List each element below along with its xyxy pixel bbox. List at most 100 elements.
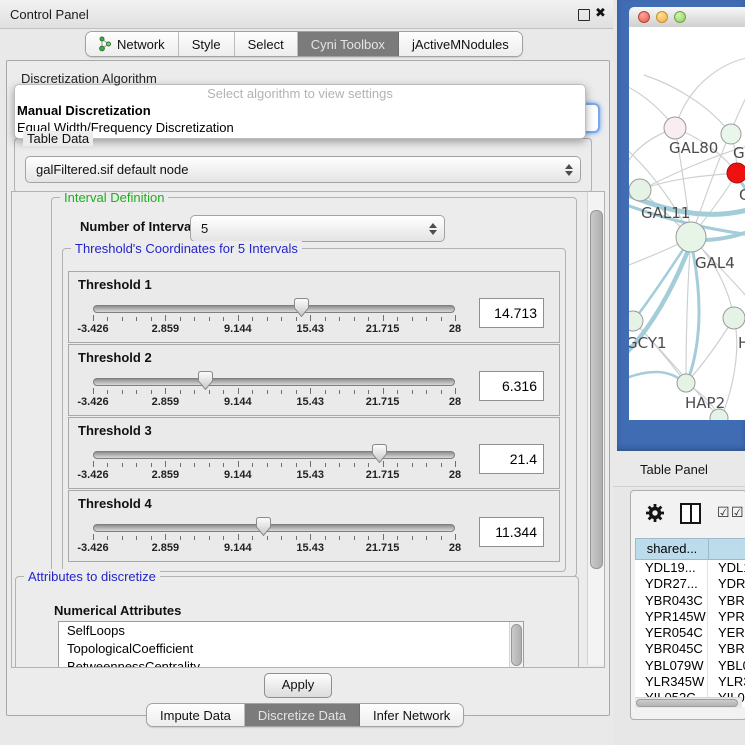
node-label-gal80: GAL80	[669, 139, 718, 157]
dropdown-item-manual-discretization[interactable]: Manual Discretization	[15, 102, 585, 119]
table-cell: YBR045C	[635, 641, 708, 657]
network-edge[interactable]	[686, 318, 734, 383]
table-row[interactable]: YLR345WYLR3	[635, 674, 745, 690]
slider-thumb[interactable]	[294, 298, 309, 317]
threshold-slider[interactable]: -3.4262.8599.14415.4321.71528	[93, 521, 455, 559]
threshold-label: Threshold 2	[78, 350, 152, 365]
minimize-traffic-light[interactable]	[656, 11, 668, 23]
network-edge[interactable]	[640, 173, 737, 190]
attribute-item-topologicalcoefficient[interactable]: TopologicalCoefficient	[59, 640, 523, 658]
table-row[interactable]: YBR043CYBR0	[635, 593, 745, 609]
combobox-stepper-icon	[564, 163, 573, 177]
tab-jactivemnodules[interactable]: jActiveMNodules	[399, 32, 522, 56]
threshold-slider[interactable]: -3.4262.8599.14415.4321.71528	[93, 375, 455, 413]
column-header-1[interactable]: shared...	[635, 538, 709, 560]
dropdown-prompt-item[interactable]: Select algorithm to view settings	[15, 85, 585, 102]
checkbox-icon[interactable]: ☑	[731, 504, 744, 520]
slider-track[interactable]	[93, 524, 455, 532]
table-row[interactable]: YBR045CYBR0	[635, 641, 745, 657]
apply-button[interactable]: Apply	[264, 673, 332, 698]
column-header-2[interactable]: na	[709, 538, 745, 560]
control-panel: Control Panel ✖ NetworkStyleSelectCyni T…	[0, 0, 613, 745]
tab-infer-network[interactable]: Infer Network	[360, 704, 463, 726]
slider-thumb[interactable]	[372, 444, 387, 463]
number-of-intervals-value: 5	[201, 221, 208, 236]
network-canvas[interactable]: GAL80GACGAL11GAL4GCY1HHAP2	[629, 27, 745, 420]
network-edge[interactable]	[644, 75, 731, 134]
slider-thumb[interactable]	[256, 517, 271, 536]
numerical-attributes-list[interactable]: SelfLoopsTopologicalCoefficientBetweenne…	[58, 621, 524, 668]
network-edge-thick[interactable]	[629, 372, 685, 383]
table-row[interactable]: YER054CYER0	[635, 625, 745, 641]
network-node[interactable]	[721, 124, 741, 144]
table-data-combobox-value: galFiltered.sif default node	[36, 162, 188, 177]
interval-definition-group: Interval Definition Number of Intervals …	[51, 197, 577, 577]
tab-cyni-toolbox[interactable]: Cyni Toolbox	[298, 32, 399, 56]
network-node[interactable]	[723, 307, 745, 329]
threshold-panel-2: Threshold 2 -3.4262.8599.14415.4321.71528…	[68, 344, 560, 416]
list-scrollbar-thumb[interactable]	[511, 624, 522, 666]
gear-icon[interactable]	[645, 503, 665, 526]
node-label-h: H	[738, 334, 745, 352]
table-row[interactable]: YDR27...YDR2	[635, 576, 745, 592]
slider-track[interactable]	[93, 451, 455, 459]
slider-tick-labels: -3.4262.8599.14415.4321.71528	[93, 542, 455, 556]
list-scrollbar[interactable]	[509, 622, 523, 668]
number-of-intervals-combobox[interactable]: 5	[190, 215, 445, 242]
threshold-slider[interactable]: -3.4262.8599.14415.4321.71528	[93, 448, 455, 486]
slider-thumb[interactable]	[198, 371, 213, 390]
network-edge[interactable]	[675, 57, 745, 128]
dropdown-item-equal-width-frequency-discretization[interactable]: Equal Width/Frequency Discretization	[15, 119, 585, 136]
table-row[interactable]: YDL19...YDL1	[635, 560, 745, 576]
table-header-row: shared...na	[635, 538, 745, 560]
zoom-traffic-light[interactable]	[674, 11, 686, 23]
tab-select[interactable]: Select	[235, 32, 298, 56]
tab-style[interactable]: Style	[179, 32, 235, 56]
network-node[interactable]	[676, 222, 706, 252]
threshold-value-field[interactable]: 11.344	[479, 517, 544, 547]
tab-network[interactable]: Network	[86, 32, 179, 56]
threshold-value-field[interactable]: 21.4	[479, 444, 544, 474]
attribute-item-betweennesscentrality[interactable]: BetweennessCentrality	[59, 658, 523, 668]
table-cell: YBR0	[708, 641, 745, 657]
threshold-value-field[interactable]: 14.713	[479, 298, 544, 328]
threshold-panel-4: Threshold 4-3.4262.8599.14415.4321.71528…	[68, 490, 560, 562]
table-horizontal-scrollbar[interactable]	[635, 697, 742, 708]
table-data-combobox[interactable]: galFiltered.sif default node	[25, 156, 581, 183]
slider-tick-labels: -3.4262.8599.14415.4321.71528	[93, 396, 455, 410]
table-horizontal-scrollbar-thumb[interactable]	[636, 699, 738, 707]
network-node[interactable]	[677, 374, 695, 392]
split-columns-icon[interactable]	[680, 503, 701, 524]
control-panel-titlebar: Control Panel ✖	[0, 0, 613, 29]
tab-impute-data[interactable]: Impute Data	[147, 704, 245, 726]
threshold-panel-1: Threshold 1 -3.4262.8599.14415.4321.71528…	[68, 271, 560, 343]
network-node[interactable]	[629, 179, 651, 201]
tab-label: jActiveMNodules	[412, 37, 509, 52]
table-row[interactable]: YBL079WYBL0	[635, 658, 745, 674]
table-row[interactable]: YPR145WYPR1	[635, 609, 745, 625]
tab-discretize-data[interactable]: Discretize Data	[245, 704, 360, 726]
table-cell: YDR27...	[635, 576, 708, 592]
close-icon[interactable]: ✖	[595, 5, 606, 21]
tab-label: Infer Network	[373, 708, 450, 723]
settings-scroll-pane: Interval Definition Number of Intervals …	[11, 191, 605, 668]
table-cell: YPR1	[708, 609, 745, 625]
cyni-toolbox-panel: Discretization Algorithm Select algorith…	[6, 60, 610, 716]
attribute-item-selfloops[interactable]: SelfLoops	[59, 622, 523, 640]
network-icon	[99, 36, 112, 52]
pane-scrollbar[interactable]	[587, 192, 604, 665]
network-node[interactable]	[727, 163, 745, 183]
threshold-value-field[interactable]: 6.316	[479, 371, 544, 401]
checkbox-icon[interactable]: ☑	[717, 504, 730, 520]
slider-track[interactable]	[93, 378, 455, 386]
close-traffic-light[interactable]	[638, 11, 650, 23]
network-node[interactable]	[629, 311, 643, 331]
network-node[interactable]	[664, 117, 686, 139]
node-label-gal4: GAL4	[695, 254, 735, 272]
threshold-label: Threshold 1	[78, 277, 152, 292]
tab-label: Discretize Data	[258, 708, 346, 723]
slider-track[interactable]	[93, 305, 455, 313]
pane-scrollbar-thumb[interactable]	[590, 210, 603, 569]
float-icon[interactable]	[578, 9, 590, 21]
threshold-slider[interactable]: -3.4262.8599.14415.4321.71528	[93, 302, 455, 340]
